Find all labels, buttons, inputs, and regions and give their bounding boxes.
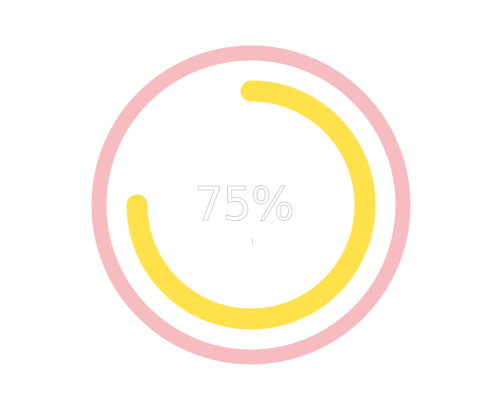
progress-ring-graphic bbox=[91, 45, 411, 365]
progress-widget: 75% bbox=[0, 0, 488, 412]
progress-arc bbox=[126, 80, 376, 330]
